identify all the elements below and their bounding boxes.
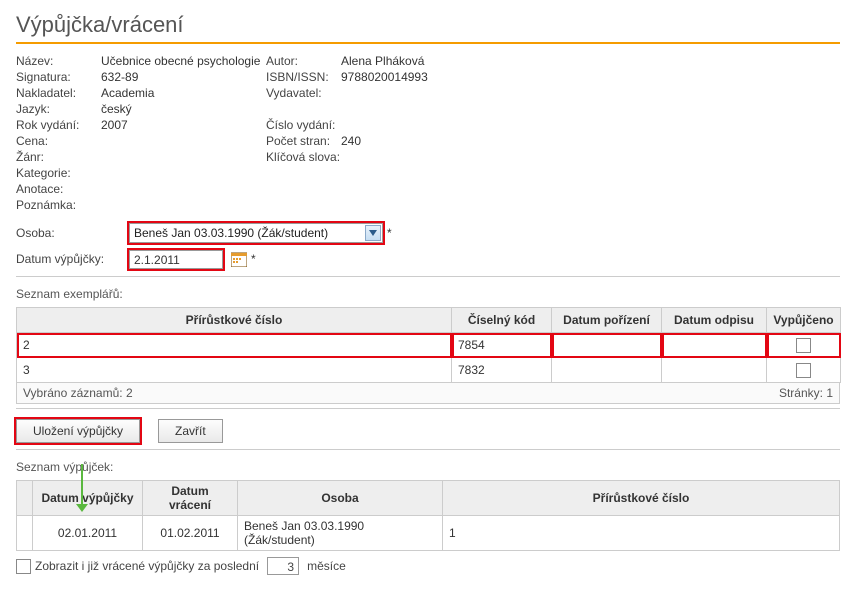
cell-loaned xyxy=(767,358,841,383)
table-row[interactable]: 02.01.2011 01.02.2011 Beneš Jan 03.03.19… xyxy=(17,516,840,551)
cell-date-acquired xyxy=(552,333,662,358)
col-return-date[interactable]: Datum vrácení xyxy=(143,481,238,516)
value-genre xyxy=(101,150,266,166)
label-edition: Číslo vydání: xyxy=(266,118,341,134)
col-date-writeoff[interactable]: Datum odpisu xyxy=(662,308,767,333)
label-language: Jazyk: xyxy=(16,102,101,118)
label-person: Osoba: xyxy=(16,226,129,240)
label-loan-date: Datum výpůjčky: xyxy=(16,252,129,266)
cell-accession2: 1 xyxy=(443,516,840,551)
checkbox[interactable] xyxy=(796,338,811,353)
col-accession2[interactable]: Přírůstkové číslo xyxy=(443,481,840,516)
label-publisher: Nakladatel: xyxy=(16,86,101,102)
label-note: Poznámka: xyxy=(16,198,101,214)
months-input[interactable]: 3 xyxy=(267,557,299,575)
col-blank xyxy=(17,481,33,516)
show-returned-label-before: Zobrazit i již vrácené výpůjčky za posle… xyxy=(35,559,259,573)
value-price xyxy=(101,134,266,150)
cell-date-acquired xyxy=(552,358,662,383)
person-select[interactable]: Beneš Jan 03.03.1990 (Žák/student) xyxy=(129,223,383,243)
copies-status-bar: Vybráno záznamů: 2 Stránky: 1 xyxy=(16,383,840,404)
col-date-acquired[interactable]: Datum pořízení xyxy=(552,308,662,333)
selected-count: Vybráno záznamů: 2 xyxy=(23,386,133,400)
copies-section-label: Seznam exemplářů: xyxy=(16,287,840,301)
close-button[interactable]: Zavřít xyxy=(158,419,223,443)
cell-accession: 3 xyxy=(17,358,452,383)
title-rule xyxy=(16,42,840,44)
label-genre: Žánr: xyxy=(16,150,101,166)
label-category: Kategorie: xyxy=(16,166,101,182)
label-isbn: ISBN/ISSN: xyxy=(266,70,341,86)
col-numcode[interactable]: Číselný kód xyxy=(452,308,552,333)
show-returned-checkbox[interactable] xyxy=(16,559,31,574)
copies-table: Přírůstkové číslo Číselný kód Datum poří… xyxy=(16,307,841,383)
arrow-indicator-icon xyxy=(81,464,83,504)
value-pages: 240 xyxy=(341,134,541,150)
calendar-icon[interactable] xyxy=(231,251,247,267)
col-person[interactable]: Osoba xyxy=(238,481,443,516)
save-loan-button[interactable]: Uložení výpůjčky xyxy=(16,419,140,443)
cell-date-writeoff xyxy=(662,333,767,358)
label-name: Název: xyxy=(16,54,101,70)
page-title: Výpůjčka/vrácení xyxy=(16,12,840,38)
cell-loan-date: 02.01.2011 xyxy=(33,516,143,551)
chevron-down-icon xyxy=(365,225,381,241)
loan-date-input[interactable]: 2.1.2011 xyxy=(129,250,223,269)
show-returned-label-after: měsíce xyxy=(307,559,346,573)
value-edition xyxy=(341,118,541,134)
loans-table: Datum výpůjčky Datum vrácení Osoba Přírů… xyxy=(16,480,840,551)
label-annotation: Anotace: xyxy=(16,182,101,198)
label-price: Cena: xyxy=(16,134,101,150)
table-row[interactable]: 3 7832 xyxy=(17,358,841,383)
col-accession[interactable]: Přírůstkové číslo xyxy=(17,308,452,333)
col-loaned[interactable]: Vypůjčeno xyxy=(767,308,841,333)
value-name: Učebnice obecné psychologie xyxy=(101,54,266,70)
label-keywords: Klíčová slova: xyxy=(266,150,341,166)
required-asterisk: * xyxy=(251,252,256,266)
cell-numcode: 7854 xyxy=(452,333,552,358)
loans-section-label: Seznam výpůjček: xyxy=(16,460,840,474)
value-isbn: 9788020014993 xyxy=(341,70,541,86)
cell-loaned xyxy=(767,333,841,358)
table-row[interactable]: 2 7854 xyxy=(17,333,841,358)
label-signature: Signatura: xyxy=(16,70,101,86)
label-publisher2: Vydavatel: xyxy=(266,86,341,102)
label-year: Rok vydání: xyxy=(16,118,101,134)
section-divider xyxy=(16,408,840,409)
value-keywords xyxy=(341,150,541,166)
value-author: Alena Plháková xyxy=(341,54,541,70)
page-count: Stránky: 1 xyxy=(779,386,833,400)
value-signature: 632-89 xyxy=(101,70,266,86)
section-divider xyxy=(16,449,840,450)
meta-grid: Název: Učebnice obecné psychologie Autor… xyxy=(16,54,840,214)
label-author: Autor: xyxy=(266,54,341,70)
cell-accession: 2 xyxy=(17,333,452,358)
value-publisher: Academia xyxy=(101,86,266,102)
value-year: 2007 xyxy=(101,118,266,134)
loans-label-text: Seznam výpůjček: xyxy=(16,460,113,474)
cell-date-writeoff xyxy=(662,358,767,383)
section-divider xyxy=(16,276,840,277)
person-select-value: Beneš Jan 03.03.1990 (Žák/student) xyxy=(134,226,328,240)
label-pages: Počet stran: xyxy=(266,134,341,150)
value-language: český xyxy=(101,102,266,118)
checkbox[interactable] xyxy=(796,363,811,378)
value-publisher2 xyxy=(341,86,541,102)
cell-return-date: 01.02.2011 xyxy=(143,516,238,551)
cell-person: Beneš Jan 03.03.1990 (Žák/student) xyxy=(238,516,443,551)
cell-numcode: 7832 xyxy=(452,358,552,383)
required-asterisk: * xyxy=(387,226,392,240)
